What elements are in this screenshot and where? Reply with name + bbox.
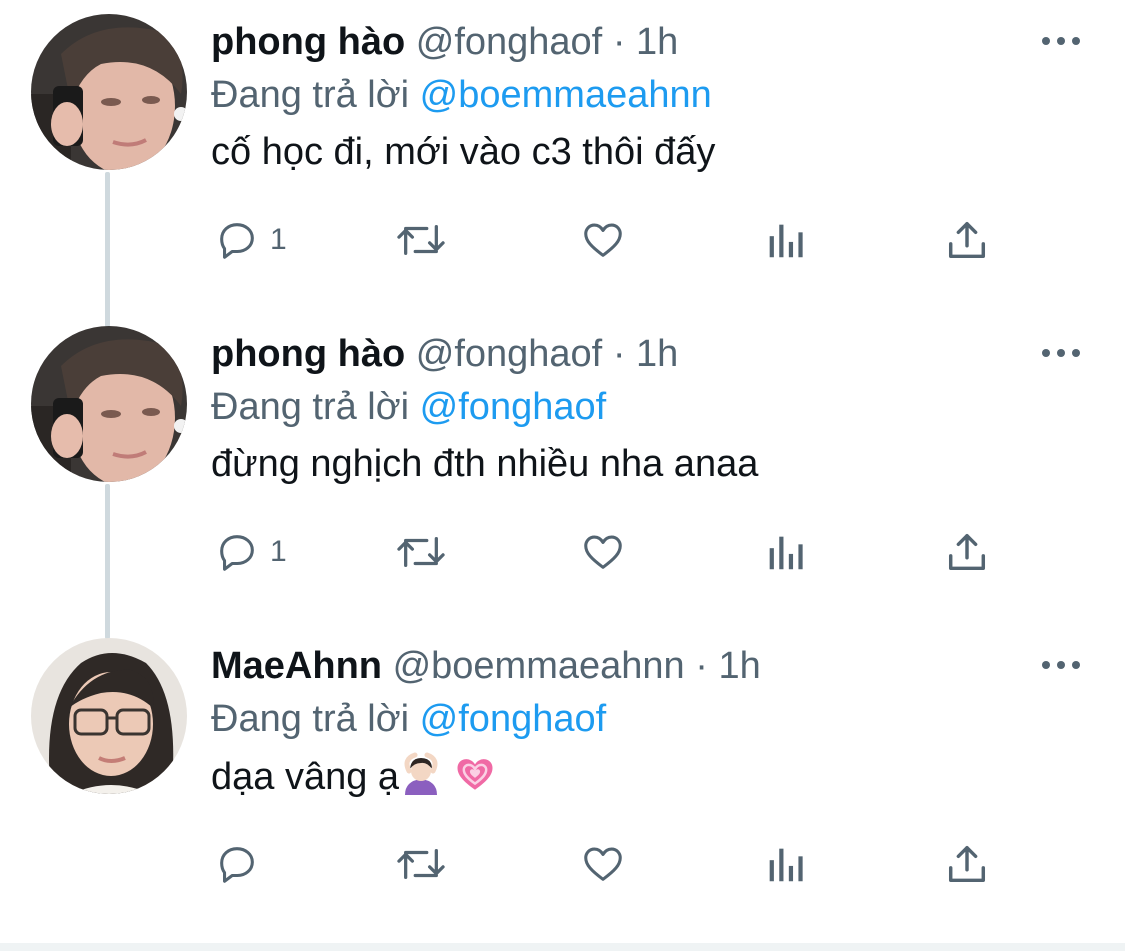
- reply-prefix: Đang trả lời: [211, 74, 410, 116]
- tweet[interactable]: MaeAhnn @boemmaeahnn · 1h Đang trả lời @…: [0, 624, 1125, 935]
- retweet-button[interactable]: [394, 216, 448, 264]
- reply-icon: [220, 535, 254, 571]
- tweet-header: MaeAhnn @boemmaeahnn · 1h: [211, 642, 761, 690]
- growing-heart-emoji: [454, 753, 496, 808]
- timestamp[interactable]: 1h: [636, 333, 678, 375]
- more-options-icon[interactable]: [1040, 342, 1084, 364]
- reply-icon: [220, 223, 254, 259]
- share-button[interactable]: [944, 840, 990, 888]
- action-bar: 1: [0, 210, 1125, 270]
- reply-to-handle[interactable]: @fonghaof: [420, 386, 607, 428]
- tweet[interactable]: phong hào @fonghaof · 1h Đang trả lời @b…: [0, 0, 1125, 311]
- like-icon: [584, 535, 622, 569]
- reply-button[interactable]: [214, 840, 270, 888]
- retweet-icon: [397, 536, 445, 568]
- reply-context: Đang trả lời @fonghaof: [211, 383, 606, 431]
- reply-prefix: Đang trả lời: [211, 386, 410, 428]
- like-button[interactable]: [579, 528, 627, 576]
- tweet-text: dạa vâng ạ: [211, 751, 496, 808]
- display-name[interactable]: phong hào: [211, 21, 405, 63]
- retweet-button[interactable]: [394, 528, 448, 576]
- divider: [0, 943, 1125, 951]
- share-button[interactable]: [944, 216, 990, 264]
- separator-dot: ·: [612, 21, 626, 63]
- tweet-text-content: dạa vâng ạ: [211, 756, 400, 798]
- share-icon: [948, 221, 986, 259]
- separator-dot: ·: [612, 333, 626, 375]
- avatar[interactable]: [31, 638, 187, 794]
- display-name[interactable]: phong hào: [211, 333, 405, 375]
- reply-to-handle[interactable]: @fonghaof: [420, 698, 607, 740]
- analytics-button[interactable]: [764, 216, 806, 264]
- more-options-icon[interactable]: [1040, 654, 1084, 676]
- reply-button[interactable]: 1: [214, 216, 287, 264]
- action-bar: [0, 834, 1125, 894]
- reply-button[interactable]: 1: [214, 528, 287, 576]
- analytics-icon: [769, 536, 803, 570]
- like-button[interactable]: [579, 840, 627, 888]
- separator-dot: ·: [695, 645, 708, 687]
- retweet-icon: [397, 848, 445, 880]
- tweet[interactable]: phong hào @fonghaof · 1h Đang trả lời @f…: [0, 312, 1125, 623]
- avatar[interactable]: [31, 14, 187, 170]
- tweet-header: phong hào @fonghaof · 1h: [211, 18, 678, 66]
- action-bar: 1: [0, 522, 1125, 582]
- retweet-button[interactable]: [394, 840, 448, 888]
- reply-prefix: Đang trả lời: [211, 698, 410, 740]
- reply-count: 1: [270, 535, 287, 568]
- more-options-icon[interactable]: [1040, 30, 1084, 52]
- share-button[interactable]: [944, 528, 990, 576]
- share-icon: [948, 533, 986, 571]
- like-icon: [584, 847, 622, 881]
- avatar[interactable]: [31, 326, 187, 482]
- reply-context: Đang trả lời @boemmaeahnn: [211, 71, 712, 119]
- analytics-icon: [769, 848, 803, 882]
- share-icon: [948, 845, 986, 883]
- like-icon: [584, 223, 622, 257]
- user-handle[interactable]: @boemmaeahnn: [393, 645, 685, 687]
- display-name[interactable]: MaeAhnn: [211, 645, 382, 687]
- analytics-button[interactable]: [764, 528, 806, 576]
- tweet-text: đừng nghịch đth nhiều nha anaa: [211, 443, 759, 485]
- timestamp[interactable]: 1h: [718, 645, 760, 687]
- reply-to-handle[interactable]: @boemmaeahnn: [420, 74, 712, 116]
- woman-heart-hands-emoji: [399, 751, 443, 808]
- timestamp[interactable]: 1h: [636, 21, 678, 63]
- tweet-header: phong hào @fonghaof · 1h: [211, 330, 678, 378]
- retweet-icon: [397, 224, 445, 256]
- analytics-button[interactable]: [764, 840, 806, 888]
- analytics-icon: [769, 224, 803, 258]
- tweet-text: cố học đi, mới vào c3 thôi đấy: [211, 131, 716, 173]
- like-button[interactable]: [579, 216, 627, 264]
- reply-icon: [220, 847, 254, 883]
- user-handle[interactable]: @fonghaof: [416, 333, 603, 375]
- reply-context: Đang trả lời @fonghaof: [211, 695, 606, 743]
- reply-count: 1: [270, 223, 287, 256]
- user-handle[interactable]: @fonghaof: [416, 21, 603, 63]
